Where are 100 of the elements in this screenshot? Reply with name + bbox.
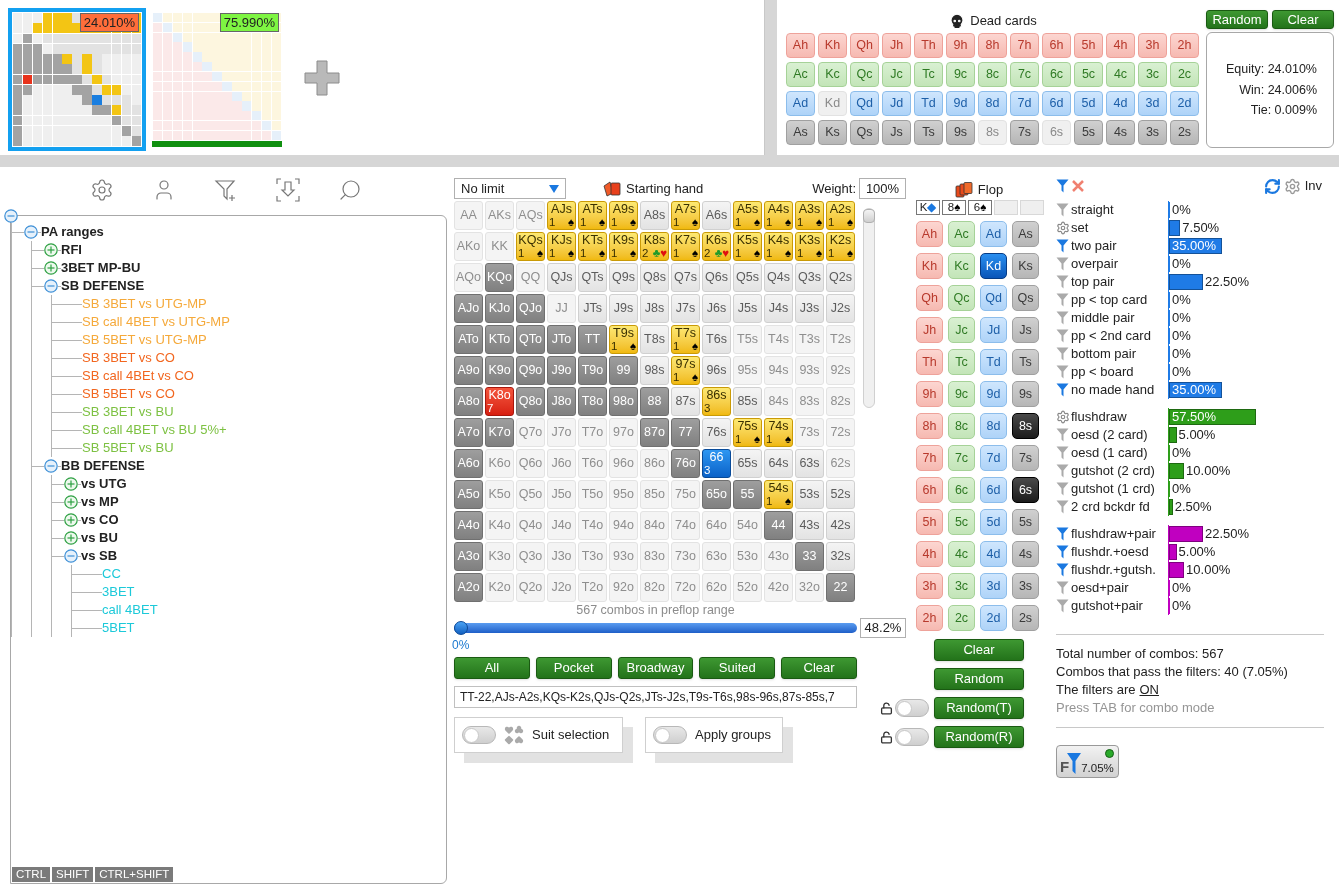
- collapse-icon[interactable]: [4, 209, 18, 223]
- card-button[interactable]: 6c: [948, 477, 975, 503]
- card-button[interactable]: Td: [914, 91, 943, 116]
- hand-cell[interactable]: T5o: [578, 480, 607, 509]
- card-button[interactable]: 9d: [980, 381, 1007, 407]
- card-button[interactable]: Ad: [786, 91, 815, 116]
- add-filter-icon[interactable]: [214, 178, 238, 202]
- unlocked-icon[interactable]: [880, 730, 893, 744]
- card-button[interactable]: 5c: [948, 509, 975, 535]
- card-button[interactable]: 2c: [948, 605, 975, 631]
- card-button[interactable]: Qs: [850, 120, 879, 145]
- weight-slider[interactable]: [863, 208, 875, 408]
- card-button[interactable]: 5h: [916, 509, 943, 535]
- card-button[interactable]: 4c: [1106, 62, 1135, 87]
- hand-cell[interactable]: 97s 1 ♠: [671, 356, 700, 385]
- tree-item[interactable]: SB call 4BET vs BU 5%+: [82, 420, 227, 440]
- tree-item[interactable]: SB DEFENSE: [61, 276, 145, 296]
- card-button[interactable]: 9s: [946, 120, 975, 145]
- filter-label[interactable]: oesd (1 card): [1071, 443, 1168, 463]
- card-button[interactable]: 5d: [1074, 91, 1103, 116]
- card-button[interactable]: 3d: [1138, 91, 1167, 116]
- hand-cell[interactable]: A3s 1 ♠: [795, 201, 824, 230]
- hand-cell[interactable]: 96s: [702, 356, 731, 385]
- card-button[interactable]: 7d: [1010, 91, 1039, 116]
- hand-cell[interactable]: KQo: [485, 263, 514, 292]
- tree-item[interactable]: vs BU: [81, 528, 118, 548]
- hand-cell[interactable]: T5s: [733, 325, 762, 354]
- hand-cell[interactable]: T9s 1 ♠: [609, 325, 638, 354]
- collapse-icon[interactable]: [44, 279, 58, 293]
- collapse-icon[interactable]: [24, 225, 38, 239]
- filter-label[interactable]: gutshot+pair: [1071, 596, 1168, 616]
- range-button[interactable]: All: [454, 657, 530, 679]
- hand-cell[interactable]: 76o: [671, 449, 700, 478]
- hand-cell[interactable]: K7s 1 ♠: [671, 232, 700, 261]
- hand-cell[interactable]: T9o: [578, 356, 607, 385]
- dead-cards-button[interactable]: Clear: [1272, 10, 1334, 29]
- card-button[interactable]: Kh: [818, 33, 847, 58]
- hand-cell[interactable]: Q4o: [516, 511, 545, 540]
- hand-cell[interactable]: Q5s: [733, 263, 762, 292]
- hand-cell[interactable]: A2o: [454, 573, 483, 602]
- hand-cell[interactable]: 43s: [795, 511, 824, 540]
- card-button[interactable]: Ts: [1012, 349, 1039, 375]
- flop-slot[interactable]: K◆: [916, 200, 940, 215]
- card-button[interactable]: 7c: [1010, 62, 1039, 87]
- hand-cell[interactable]: J4s: [764, 294, 793, 323]
- flop-button[interactable]: Random: [934, 668, 1024, 690]
- filter-label[interactable]: gutshot (1 crd): [1071, 479, 1168, 499]
- hand-cell[interactable]: Q8s: [640, 263, 669, 292]
- card-button[interactable]: Ts: [914, 120, 943, 145]
- hand-cell[interactable]: 72s: [826, 418, 855, 447]
- hand-cell[interactable]: K3s 1 ♠: [795, 232, 824, 261]
- hand-cell[interactable]: 82s: [826, 387, 855, 416]
- range-thumbnail[interactable]: 75.990%: [148, 8, 286, 151]
- card-button[interactable]: 4d: [1106, 91, 1135, 116]
- hand-cell[interactable]: 75s 1 ♠: [733, 418, 762, 447]
- card-button[interactable]: As: [1012, 221, 1039, 247]
- card-button[interactable]: 3c: [948, 573, 975, 599]
- filter-icon[interactable]: [1056, 545, 1069, 559]
- hand-cell[interactable]: 93s: [795, 356, 824, 385]
- range-text-field[interactable]: TT-22,AJs-A2s,KQs-K2s,QJs-Q2s,JTs-J2s,T9s-T6s,98s-96s,87s-85s,7: [454, 686, 857, 708]
- hand-cell[interactable]: ATo: [454, 325, 483, 354]
- game-type-dropdown[interactable]: No limit: [454, 178, 566, 199]
- card-button[interactable]: 5s: [1012, 509, 1039, 535]
- card-button[interactable]: 8h: [916, 413, 943, 439]
- card-button[interactable]: 9s: [1012, 381, 1039, 407]
- hand-cell[interactable]: Q3s: [795, 263, 824, 292]
- hand-cell[interactable]: AJo: [454, 294, 483, 323]
- card-button[interactable]: 8c: [978, 62, 1007, 87]
- hand-cell[interactable]: 92o: [609, 573, 638, 602]
- hand-cell[interactable]: 99: [609, 356, 638, 385]
- hand-cell[interactable]: 84o: [640, 511, 669, 540]
- hand-cell[interactable]: 85o: [640, 480, 669, 509]
- hand-cell[interactable]: 52s: [826, 480, 855, 509]
- hand-cell[interactable]: 32o: [795, 573, 824, 602]
- hand-cell[interactable]: AKo: [454, 232, 483, 261]
- hand-cell[interactable]: T3s: [795, 325, 824, 354]
- filter-label[interactable]: no made hand: [1071, 380, 1168, 400]
- hand-cell[interactable]: T7s 1 ♠: [671, 325, 700, 354]
- hand-cell[interactable]: QJo: [516, 294, 545, 323]
- card-button[interactable]: 9c: [946, 62, 975, 87]
- hand-cell[interactable]: K7o: [485, 418, 514, 447]
- add-icon[interactable]: [304, 60, 340, 96]
- filter-label[interactable]: overpair: [1071, 254, 1168, 274]
- tree-item[interactable]: vs SB: [81, 546, 118, 566]
- tree-item[interactable]: SB 5BET vs CO: [82, 384, 175, 404]
- expand-icon[interactable]: [64, 477, 78, 491]
- filter-icon[interactable]: [1056, 257, 1069, 271]
- hand-cell[interactable]: K2o: [485, 573, 514, 602]
- flop-slot[interactable]: 6♠: [968, 200, 992, 215]
- card-button[interactable]: 2d: [980, 605, 1007, 631]
- hand-cell[interactable]: K4o: [485, 511, 514, 540]
- hand-cell[interactable]: 88: [640, 387, 669, 416]
- card-button[interactable]: 7d: [980, 445, 1007, 471]
- card-button[interactable]: 2s: [1012, 605, 1039, 631]
- filter-icon[interactable]: [1056, 203, 1069, 217]
- hand-cell[interactable]: J8s: [640, 294, 669, 323]
- card-button[interactable]: 6d: [1042, 91, 1071, 116]
- expand-icon[interactable]: [64, 495, 78, 509]
- hand-cell[interactable]: J7o: [547, 418, 576, 447]
- hand-cell[interactable]: A8o: [454, 387, 483, 416]
